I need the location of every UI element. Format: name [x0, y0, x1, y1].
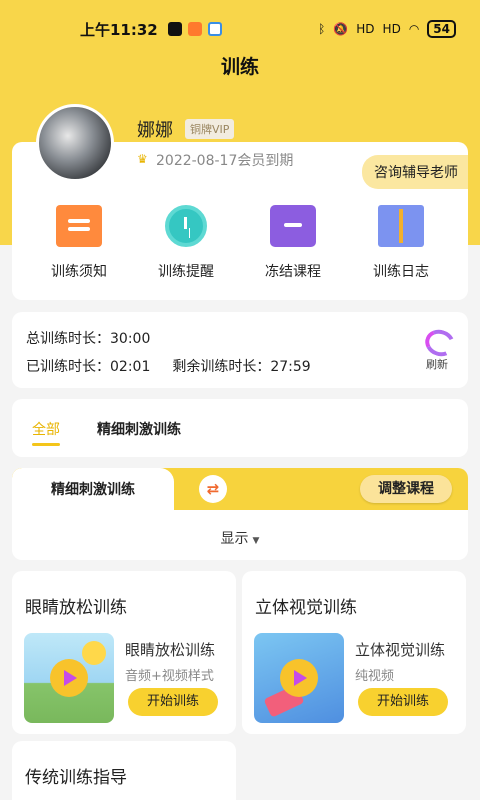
mute-icon: 🔕: [333, 22, 349, 36]
training-item-name: 眼睛放松训练: [125, 641, 216, 659]
total-time-label: 总训练时长：: [26, 331, 110, 347]
shortcut-training-notice[interactable]: 训练须知: [34, 205, 124, 281]
training-card-title: 立体视觉训练: [255, 598, 357, 618]
refresh-icon: [423, 328, 451, 352]
flower-icon: [82, 641, 106, 665]
guide-title: 传统训练指导: [25, 768, 127, 788]
refresh-label: 刷新: [426, 358, 448, 371]
tab-fine-stimulation[interactable]: 精细刺激训练: [97, 419, 181, 439]
training-card-title: 眼睛放松训练: [25, 598, 127, 618]
play-icon: [280, 659, 318, 697]
training-thumbnail[interactable]: [254, 633, 344, 723]
alarm-clock-icon: [165, 205, 207, 247]
current-course-tab[interactable]: 精细刺激训练: [12, 468, 174, 510]
shortcut-training-reminder[interactable]: 训练提醒: [141, 205, 231, 281]
signal-icon-1: HD: [356, 22, 375, 36]
wifi-icon: ◠: [408, 22, 420, 36]
training-item-name: 立体视觉训练: [355, 641, 446, 659]
refresh-button[interactable]: 刷新: [420, 328, 454, 372]
user-name: 娜娜: [137, 120, 173, 141]
remaining-time-value: 27:59: [270, 359, 311, 375]
app-notification-icon: [187, 22, 202, 36]
traditional-guide-card[interactable]: 传统训练指导: [12, 741, 236, 800]
adjust-course-button[interactable]: 调整课程: [360, 475, 452, 503]
training-card-stereo-vision[interactable]: 立体视觉训练 立体视觉训练 纯视频 开始训练: [242, 571, 466, 734]
done-time-label: 已训练时长：: [26, 359, 110, 375]
signal-icon-2: HD: [382, 22, 401, 36]
tiktok-icon: [167, 22, 182, 36]
notice-board-icon: [56, 205, 102, 247]
filter-tabs: 全部 精细刺激训练: [12, 399, 468, 457]
remaining-time-label: 剩余训练时长：: [172, 359, 271, 375]
battery-icon: 54: [427, 20, 456, 38]
switch-icon[interactable]: ⇄: [199, 475, 227, 503]
shortcut-label: 训练须知: [51, 264, 107, 280]
status-bar: 上午11:32 ᛒ 🔕 HD HD ◠ 54: [0, 0, 480, 58]
archive-box-icon: [270, 205, 316, 247]
done-time-value: 02:01: [110, 359, 151, 375]
display-label: 显示: [220, 531, 249, 547]
display-toggle[interactable]: 显示 ▼: [12, 528, 468, 548]
play-icon: [50, 659, 88, 697]
shortcut-label: 冻结课程: [265, 264, 321, 280]
training-item-type: 音频+视频样式: [125, 669, 214, 684]
shortcut-training-log[interactable]: 训练日志: [356, 205, 446, 281]
shortcut-label: 训练提醒: [158, 264, 214, 280]
avatar[interactable]: [36, 104, 114, 182]
book-icon: [378, 205, 424, 247]
course-card: 精细刺激训练 ⇄ 调整课程 显示 ▼: [12, 468, 468, 560]
crown-icon: ♛: [137, 152, 148, 166]
total-time-row: 总训练时长：30:00: [26, 328, 150, 348]
status-indicators: ᛒ 🔕 HD HD ◠ 54: [318, 20, 456, 38]
training-card-eye-relax[interactable]: 眼睛放松训练 眼睛放松训练 音频+视频样式 开始训练: [12, 571, 236, 734]
notification-icons: [167, 22, 222, 36]
training-time-card: 总训练时长：30:00 已训练时长：02:01 剩余训练时长：27:59 刷新: [12, 312, 468, 388]
vip-badge: 铜牌VIP: [185, 119, 235, 139]
start-training-button[interactable]: 开始训练: [128, 688, 218, 716]
page-title: 训练: [220, 56, 259, 78]
total-time-value: 30:00: [110, 331, 151, 347]
training-item-type: 纯视频: [355, 669, 395, 684]
shortcut-label: 训练日志: [373, 264, 429, 280]
tab-all[interactable]: 全部: [32, 419, 60, 446]
status-time: 上午11:32: [80, 20, 158, 39]
start-training-button[interactable]: 开始训练: [358, 688, 448, 716]
training-thumbnail[interactable]: [24, 633, 114, 723]
progress-time-row: 已训练时长：02:01 剩余训练时长：27:59: [26, 356, 311, 376]
membership-expire-text: 2022-08-17会员到期: [156, 153, 294, 169]
caret-down-icon: ▼: [252, 536, 260, 546]
bluetooth-icon: ᛒ: [318, 22, 326, 36]
search-app-icon: [207, 22, 222, 36]
consult-teacher-button[interactable]: 咨询辅导老师: [362, 155, 468, 189]
shortcut-freeze-course[interactable]: 冻结课程: [248, 205, 338, 281]
